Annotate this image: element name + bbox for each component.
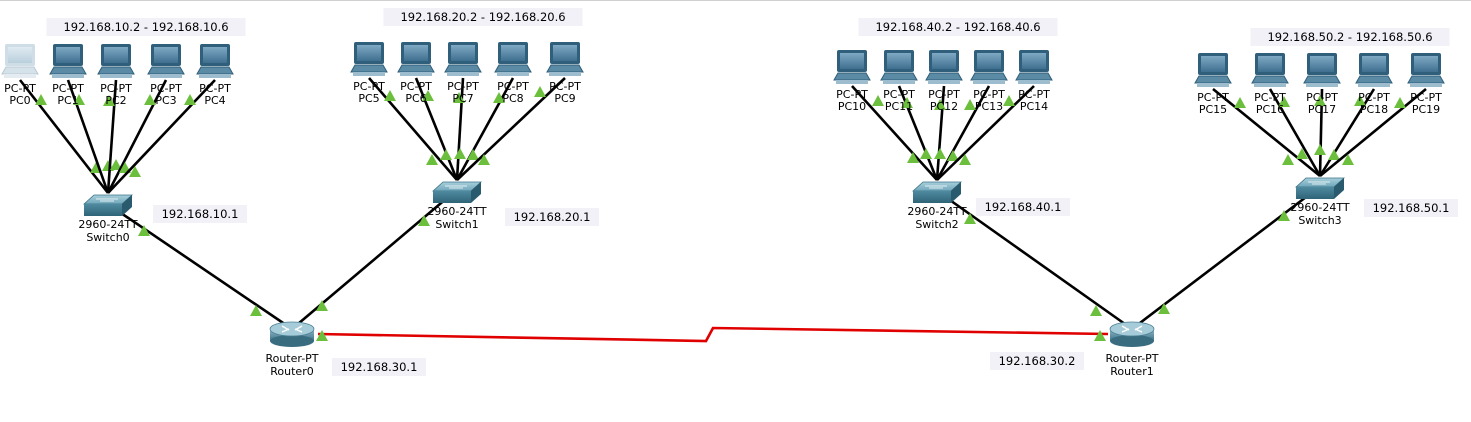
- link-up-indicator: [144, 94, 156, 105]
- switch-name-label: Switch0: [86, 231, 129, 244]
- pc-icon[interactable]: [494, 42, 532, 76]
- pc-name-label: PC15: [1199, 103, 1227, 116]
- pc-name-label: PC8: [502, 92, 523, 105]
- address-note-text: 192.168.30.2: [999, 354, 1076, 368]
- pc-name-label: PC6: [405, 92, 426, 105]
- pc-icon[interactable]: [1, 44, 39, 78]
- link-switch2-router1: [946, 196, 1133, 331]
- pc-icon[interactable]: [880, 50, 918, 84]
- pc-name-label: PC12: [930, 100, 958, 113]
- address-note: 192.168.50.2 - 192.168.50.6: [1250, 28, 1450, 46]
- address-note-text: 192.168.40.2 - 192.168.40.6: [875, 20, 1040, 34]
- pc-icon[interactable]: [925, 50, 963, 84]
- pc-name-label: PC16: [1256, 103, 1284, 116]
- pc-icon[interactable]: [196, 44, 234, 78]
- switch-model-label: 2960-24TT: [1290, 201, 1349, 214]
- pc-name-label: PC7: [452, 92, 473, 105]
- address-note-text: 192.168.20.2 - 192.168.20.6: [400, 10, 565, 24]
- pc-name-label: PC17: [1308, 103, 1336, 116]
- pc-name-label: PC1: [57, 94, 78, 107]
- link-up-indicator: [1282, 154, 1294, 165]
- pc-icon[interactable]: [1194, 53, 1232, 87]
- router-icon[interactable]: [1109, 321, 1155, 347]
- address-note-text: 192.168.30.1: [341, 360, 418, 374]
- link-up-indicator: [1094, 330, 1106, 341]
- address-note-text: 192.168.10.1: [162, 207, 239, 221]
- router-name-label: Router0: [270, 365, 313, 378]
- link-up-indicator: [440, 149, 452, 160]
- address-note: 192.168.10.1: [153, 205, 247, 223]
- switch-model-label: 2960-24TT: [78, 218, 137, 231]
- pc-icon[interactable]: [970, 50, 1008, 84]
- pc-icon[interactable]: [1355, 53, 1393, 87]
- pc-icon[interactable]: [444, 42, 482, 76]
- switch-icon[interactable]: [431, 181, 483, 203]
- pc-name-label: PC0: [9, 94, 30, 107]
- router-icon[interactable]: [269, 321, 315, 347]
- switch-model-label: 2960-24TT: [427, 205, 486, 218]
- link-up-indicator: [467, 149, 479, 160]
- pc-icon[interactable]: [833, 50, 871, 84]
- address-note: 192.168.20.1: [505, 208, 599, 226]
- address-note-text: 192.168.10.2 - 192.168.10.6: [63, 20, 228, 34]
- address-note: 192.168.40.1: [976, 198, 1070, 216]
- link-up-indicator: [534, 86, 546, 97]
- pc-name-label: PC5: [358, 92, 379, 105]
- pc-icon[interactable]: [147, 44, 185, 78]
- address-note-text: 192.168.40.1: [985, 200, 1062, 214]
- link-up-indicator: [1234, 97, 1246, 108]
- pc-icon[interactable]: [49, 44, 87, 78]
- pc-name-label: PC3: [155, 94, 176, 107]
- address-note: 192.168.10.2 - 192.168.10.6: [46, 18, 246, 36]
- switch-name-label: Switch1: [435, 218, 478, 231]
- link-up-indicator: [454, 148, 466, 159]
- switch-model-label: 2960-24TT: [907, 205, 966, 218]
- switch-icon[interactable]: [911, 181, 963, 203]
- switch-name-label: Switch3: [1298, 214, 1341, 227]
- pc-icon[interactable]: [97, 44, 135, 78]
- pc-icon[interactable]: [1015, 50, 1053, 84]
- router-model-label: Router-PT: [265, 352, 318, 365]
- link-up-indicator: [1328, 149, 1340, 160]
- pc-name-label: PC11: [885, 100, 913, 113]
- link-up-indicator: [1394, 97, 1406, 108]
- pc-name-label: PC9: [554, 92, 575, 105]
- address-note: 192.168.20.2 - 192.168.20.6: [383, 8, 583, 26]
- pc-icon[interactable]: [1251, 53, 1289, 87]
- serial-link-router0-router1: [317, 326, 1109, 343]
- link-up-indicator: [920, 148, 932, 159]
- pc-icon[interactable]: [546, 42, 584, 76]
- link-up-indicator: [1314, 144, 1326, 155]
- switch-icon[interactable]: [1294, 177, 1346, 199]
- address-note: 192.168.30.2: [990, 352, 1084, 370]
- pc-name-label: PC10: [838, 100, 866, 113]
- address-note: 192.168.40.2 - 192.168.40.6: [858, 18, 1058, 36]
- pc-icon[interactable]: [1407, 53, 1445, 87]
- pc-name-label: PC13: [975, 100, 1003, 113]
- pc-name-label: PC18: [1360, 103, 1388, 116]
- link-up-indicator: [184, 94, 196, 105]
- address-note: 192.168.30.1: [332, 358, 426, 376]
- address-note-text: 192.168.50.2 - 192.168.50.6: [1267, 30, 1432, 44]
- router-model-label: Router-PT: [1105, 352, 1158, 365]
- address-note-text: 192.168.20.1: [514, 210, 591, 224]
- router-name-label: Router1: [1110, 365, 1153, 378]
- address-note-text: 192.168.50.1: [1373, 201, 1450, 215]
- pc-name-label: PC14: [1020, 100, 1048, 113]
- pc-name-label: PC4: [204, 94, 225, 107]
- pc-name-label: PC19: [1412, 103, 1440, 116]
- link-up-indicator: [316, 330, 328, 341]
- pc-icon[interactable]: [350, 42, 388, 76]
- address-note: 192.168.50.1: [1364, 199, 1458, 217]
- pc-icon[interactable]: [397, 42, 435, 76]
- pc-icon[interactable]: [1303, 53, 1341, 87]
- network-topology-canvas: PC-PTPC0PC-PTPC1PC-PTPC2PC-PTPC3PC-PTPC4…: [0, 0, 1471, 378]
- pc-name-label: PC2: [105, 94, 126, 107]
- link-up-indicator: [934, 148, 946, 159]
- switch-icon[interactable]: [82, 194, 134, 216]
- switch-name-label: Switch2: [915, 218, 958, 231]
